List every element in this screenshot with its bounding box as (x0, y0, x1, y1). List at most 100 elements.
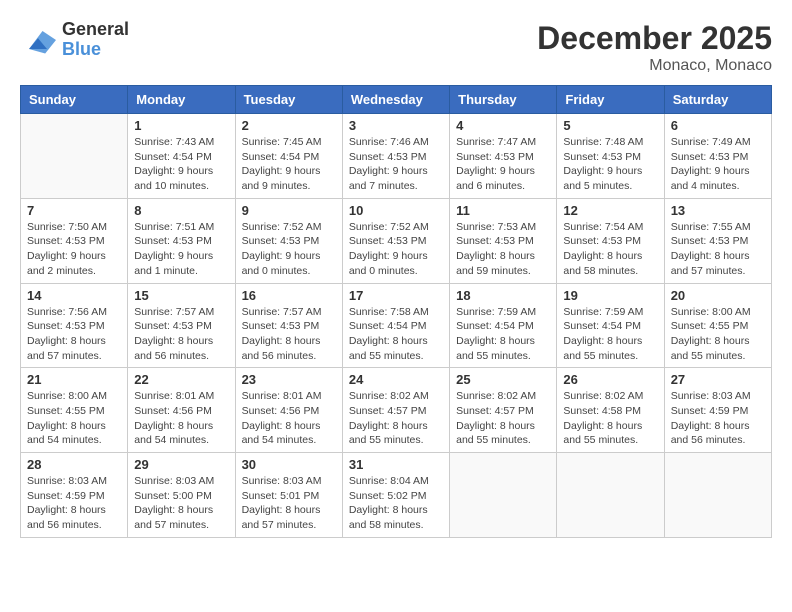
calendar-cell (557, 453, 664, 538)
col-header-wednesday: Wednesday (342, 86, 449, 114)
calendar-week-row: 21 Sunrise: 8:00 AM Sunset: 4:55 PM Dayli… (21, 368, 772, 453)
day-number: 22 (134, 372, 228, 387)
day-info: Sunrise: 7:57 AM Sunset: 4:53 PM Dayligh… (134, 305, 228, 364)
calendar-cell: 31Sunrise: 8:04 AM Sunset: 5:02 PM Dayli… (342, 453, 449, 538)
day-info: Sunrise: 7:57 AM Sunset: 4:53 PM Dayligh… (242, 305, 336, 364)
day-number: 29 (134, 457, 228, 472)
page-subtitle: Monaco, Monaco (537, 57, 772, 75)
day-info: Sunrise: 7:52 AM Sunset: 4:53 PM Dayligh… (349, 220, 443, 279)
col-header-tuesday: Tuesday (235, 86, 342, 114)
day-info: Sunrise: 7:54 AM Sunset: 4:53 PM Dayligh… (563, 220, 657, 279)
day-info: Sunrise: 8:03 AM Sunset: 4:59 PM Dayligh… (27, 474, 121, 533)
calendar-cell: 9 Sunrise: 7:52 AM Sunset: 4:53 PM Daylig… (235, 198, 342, 283)
calendar-cell: 29 Sunrise: 8:03 AM Sunset: 5:00 PM Dayli… (128, 453, 235, 538)
day-info: Sunrise: 8:02 AM Sunset: 4:57 PM Dayligh… (456, 389, 550, 448)
calendar-cell: 5 Sunrise: 7:48 AM Sunset: 4:53 PM Daylig… (557, 114, 664, 199)
day-info: Sunrise: 8:03 AM Sunset: 5:01 PM Dayligh… (242, 474, 336, 533)
day-info: Sunrise: 7:51 AM Sunset: 4:53 PM Dayligh… (134, 220, 228, 279)
day-number: 20 (671, 288, 765, 303)
calendar-cell: 21 Sunrise: 8:00 AM Sunset: 4:55 PM Dayli… (21, 368, 128, 453)
calendar-cell: 2 Sunrise: 7:45 AM Sunset: 4:54 PM Daylig… (235, 114, 342, 199)
calendar-cell: 1Sunrise: 7:43 AM Sunset: 4:54 PM Daylig… (128, 114, 235, 199)
day-info: Sunrise: 7:55 AM Sunset: 4:53 PM Dayligh… (671, 220, 765, 279)
day-info: Sunrise: 7:45 AM Sunset: 4:54 PM Dayligh… (242, 135, 336, 194)
day-info: Sunrise: 7:56 AM Sunset: 4:53 PM Dayligh… (27, 305, 121, 364)
day-info: Sunrise: 7:59 AM Sunset: 4:54 PM Dayligh… (563, 305, 657, 364)
day-info: Sunrise: 8:01 AM Sunset: 4:56 PM Dayligh… (242, 389, 336, 448)
calendar-cell: 30 Sunrise: 8:03 AM Sunset: 5:01 PM Dayli… (235, 453, 342, 538)
day-info: Sunrise: 7:48 AM Sunset: 4:53 PM Dayligh… (563, 135, 657, 194)
day-info: Sunrise: 7:53 AM Sunset: 4:53 PM Dayligh… (456, 220, 550, 279)
calendar-cell: 6 Sunrise: 7:49 AM Sunset: 4:53 PM Daylig… (664, 114, 771, 199)
calendar-cell: 18 Sunrise: 7:59 AM Sunset: 4:54 PM Dayli… (450, 283, 557, 368)
calendar-cell (21, 114, 128, 199)
day-number: 21 (27, 372, 121, 387)
day-number: 17 (349, 288, 443, 303)
calendar-header-row: SundayMondayTuesdayWednesdayThursdayFrid… (21, 86, 772, 114)
day-number: 16 (242, 288, 336, 303)
logo-icon (20, 22, 56, 58)
day-info: Sunrise: 8:02 AM Sunset: 4:58 PM Dayligh… (563, 389, 657, 448)
day-info: Sunrise: 8:03 AM Sunset: 4:59 PM Dayligh… (671, 389, 765, 448)
logo-line2: Blue (62, 40, 129, 60)
calendar-cell: 16 Sunrise: 7:57 AM Sunset: 4:53 PM Dayli… (235, 283, 342, 368)
calendar-cell (450, 453, 557, 538)
day-number: 2 (242, 118, 336, 133)
day-info: Sunrise: 8:03 AM Sunset: 5:00 PM Dayligh… (134, 474, 228, 533)
day-number: 27 (671, 372, 765, 387)
calendar-cell: 7Sunrise: 7:50 AM Sunset: 4:53 PM Daylig… (21, 198, 128, 283)
day-info: Sunrise: 8:02 AM Sunset: 4:57 PM Dayligh… (349, 389, 443, 448)
day-number: 25 (456, 372, 550, 387)
calendar-cell: 24 Sunrise: 8:02 AM Sunset: 4:57 PM Dayli… (342, 368, 449, 453)
day-number: 18 (456, 288, 550, 303)
logo-text: General Blue (62, 20, 129, 60)
calendar-table: SundayMondayTuesdayWednesdayThursdayFrid… (20, 85, 772, 538)
day-number: 28 (27, 457, 121, 472)
calendar-cell: 25 Sunrise: 8:02 AM Sunset: 4:57 PM Dayli… (450, 368, 557, 453)
calendar-week-row: 28 Sunrise: 8:03 AM Sunset: 4:59 PM Dayli… (21, 453, 772, 538)
day-number: 14 (27, 288, 121, 303)
calendar-cell: 19 Sunrise: 7:59 AM Sunset: 4:54 PM Dayli… (557, 283, 664, 368)
col-header-saturday: Saturday (664, 86, 771, 114)
day-number: 23 (242, 372, 336, 387)
calendar-cell: 27 Sunrise: 8:03 AM Sunset: 4:59 PM Dayli… (664, 368, 771, 453)
day-number: 19 (563, 288, 657, 303)
day-info: Sunrise: 7:59 AM Sunset: 4:54 PM Dayligh… (456, 305, 550, 364)
day-number: 15 (134, 288, 228, 303)
day-number: 13 (671, 203, 765, 218)
calendar-cell: 15 Sunrise: 7:57 AM Sunset: 4:53 PM Dayli… (128, 283, 235, 368)
calendar-cell: 3 Sunrise: 7:46 AM Sunset: 4:53 PM Daylig… (342, 114, 449, 199)
day-info: Sunrise: 7:46 AM Sunset: 4:53 PM Dayligh… (349, 135, 443, 194)
day-info: Sunrise: 7:49 AM Sunset: 4:53 PM Dayligh… (671, 135, 765, 194)
day-number: 24 (349, 372, 443, 387)
day-info: Sunrise: 7:58 AM Sunset: 4:54 PM Dayligh… (349, 305, 443, 364)
calendar-cell: 23 Sunrise: 8:01 AM Sunset: 4:56 PM Dayli… (235, 368, 342, 453)
day-info: Sunrise: 7:52 AM Sunset: 4:53 PM Dayligh… (242, 220, 336, 279)
day-number: 1 (134, 118, 228, 133)
calendar-week-row: 1Sunrise: 7:43 AM Sunset: 4:54 PM Daylig… (21, 114, 772, 199)
calendar-cell: 17 Sunrise: 7:58 AM Sunset: 4:54 PM Dayli… (342, 283, 449, 368)
calendar-cell: 8 Sunrise: 7:51 AM Sunset: 4:53 PM Daylig… (128, 198, 235, 283)
day-number: 11 (456, 203, 550, 218)
calendar-cell: 26Sunrise: 8:02 AM Sunset: 4:58 PM Dayli… (557, 368, 664, 453)
calendar-cell: 28 Sunrise: 8:03 AM Sunset: 4:59 PM Dayli… (21, 453, 128, 538)
col-header-sunday: Sunday (21, 86, 128, 114)
day-number: 6 (671, 118, 765, 133)
day-number: 3 (349, 118, 443, 133)
day-info: Sunrise: 8:00 AM Sunset: 4:55 PM Dayligh… (27, 389, 121, 448)
day-info: Sunrise: 8:04 AM Sunset: 5:02 PM Dayligh… (349, 474, 443, 533)
day-number: 30 (242, 457, 336, 472)
title-area: December 2025 Monaco, Monaco (537, 20, 772, 75)
calendar-week-row: 14 Sunrise: 7:56 AM Sunset: 4:53 PM Dayli… (21, 283, 772, 368)
page-title: December 2025 (537, 20, 772, 57)
day-number: 9 (242, 203, 336, 218)
day-number: 5 (563, 118, 657, 133)
logo-line1: General (62, 20, 129, 40)
day-info: Sunrise: 7:47 AM Sunset: 4:53 PM Dayligh… (456, 135, 550, 194)
col-header-friday: Friday (557, 86, 664, 114)
calendar-cell: 22Sunrise: 8:01 AM Sunset: 4:56 PM Dayli… (128, 368, 235, 453)
day-info: Sunrise: 7:50 AM Sunset: 4:53 PM Dayligh… (27, 220, 121, 279)
calendar-cell: 11 Sunrise: 7:53 AM Sunset: 4:53 PM Dayli… (450, 198, 557, 283)
day-number: 8 (134, 203, 228, 218)
col-header-thursday: Thursday (450, 86, 557, 114)
